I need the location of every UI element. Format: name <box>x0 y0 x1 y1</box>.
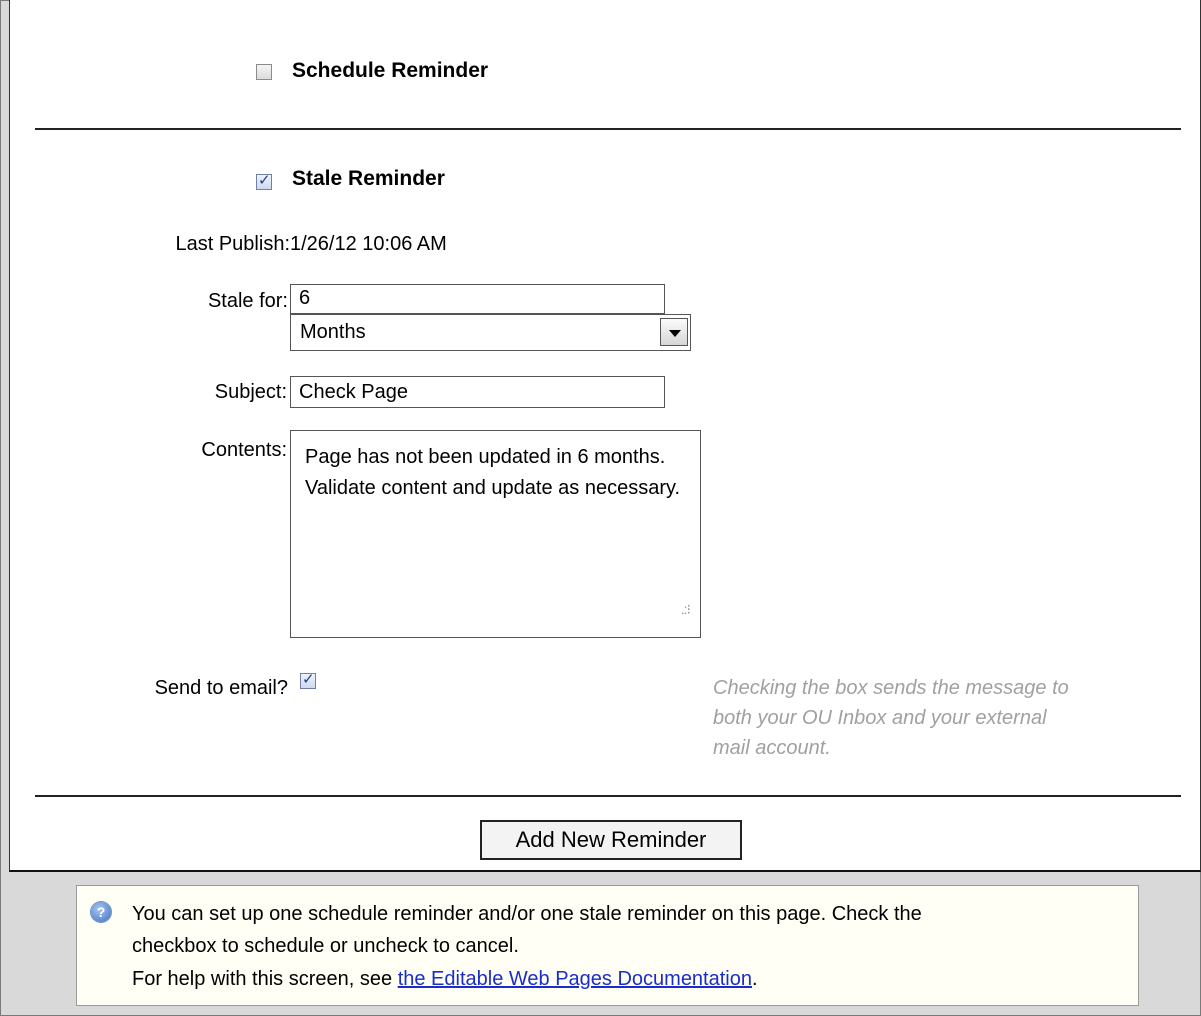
check-icon: ✓ <box>302 671 315 688</box>
info-box: ? You can set up one schedule reminder a… <box>76 885 1139 1006</box>
hint-line: mail account. <box>713 737 831 759</box>
stale-unit-select[interactable]: Months <box>290 314 691 351</box>
documentation-link[interactable]: the Editable Web Pages Documentation <box>398 968 752 990</box>
contents-text: Page has not been updated in 6 months. V… <box>305 446 681 499</box>
last-publish-value: 1/26/12 10:06 AM <box>290 233 447 255</box>
stale-reminder-label: Stale Reminder <box>292 167 445 190</box>
hint-line: both your OU Inbox and your external <box>713 707 1047 729</box>
divider-top <box>35 128 1181 130</box>
schedule-reminder-label: Schedule Reminder <box>292 59 489 82</box>
add-new-reminder-button[interactable]: Add New Reminder <box>480 820 742 860</box>
stale-reminder-checkbox[interactable]: ✓ <box>256 172 272 190</box>
contents-textarea[interactable]: Page has not been updated in 6 months. V… <box>290 430 701 638</box>
check-icon: ✓ <box>258 172 271 189</box>
chevron-down-icon[interactable] <box>660 318 688 346</box>
subject-input[interactable]: Check Page <box>290 376 665 408</box>
stale-for-input[interactable]: 6 <box>290 284 665 314</box>
info-help-line: For help with this screen, see the Edita… <box>132 963 758 995</box>
last-publish-label: Last Publish: <box>175 233 290 255</box>
hint-line: Checking the box sends the message to <box>713 677 1069 699</box>
stale-unit-value: Months <box>300 321 366 343</box>
resize-grip-icon[interactable]: .:⁝ <box>681 594 691 625</box>
divider-bottom <box>35 795 1181 797</box>
info-line-1: You can set up one schedule reminder and… <box>132 903 922 925</box>
contents-label: Contents: <box>201 439 287 461</box>
send-email-label: Send to email? <box>154 677 288 699</box>
reminder-panel: Schedule Reminder ✓ Stale Reminder Last … <box>9 0 1201 872</box>
help-suffix: . <box>751 968 758 990</box>
schedule-reminder-checkbox[interactable] <box>256 64 272 80</box>
send-email-hint: Checking the box sends the message to bo… <box>713 673 1173 763</box>
info-line-2: checkbox to schedule or uncheck to cance… <box>132 935 519 957</box>
subject-label: Subject: <box>214 381 287 403</box>
send-email-checkbox[interactable]: ✓ <box>300 671 316 689</box>
help-prefix: For help with this screen, see <box>132 968 398 990</box>
info-icon: ? <box>91 902 111 922</box>
stale-for-label: Stale for: <box>207 290 288 312</box>
